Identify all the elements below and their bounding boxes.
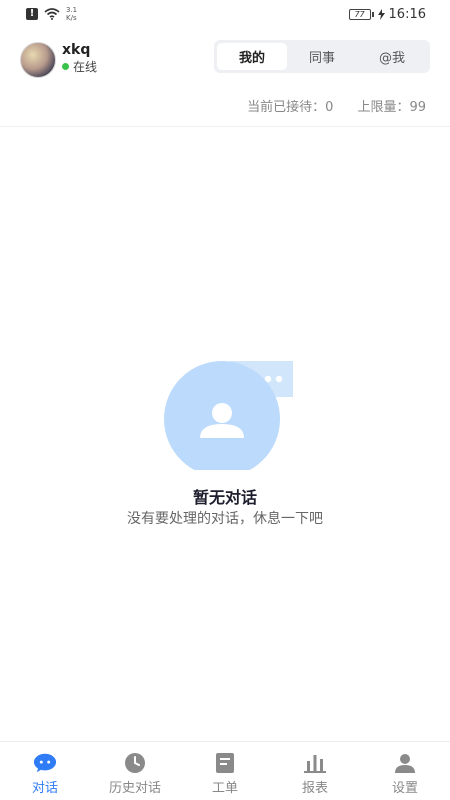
- network-speed-value: 3.1: [66, 6, 78, 14]
- online-status[interactable]: 在线: [62, 58, 97, 75]
- status-bar: ! 3.1 K/s 77 16:16: [0, 0, 450, 28]
- charging-icon: [377, 8, 385, 20]
- header: xkq 在线 我的 同事 @我: [0, 38, 450, 78]
- network-speed-unit: K/s: [66, 14, 77, 22]
- username: xkq: [62, 42, 91, 58]
- reception-quota: 当前已接待：0 上限量：99: [247, 96, 426, 115]
- online-dot-icon: [62, 63, 69, 70]
- tab-mine[interactable]: 我的: [217, 43, 287, 70]
- avatar[interactable]: [20, 42, 56, 78]
- bottom-tab-bar: 对话 历史对话 工单 报表 设置: [0, 741, 450, 800]
- current-reception: 当前已接待：0: [247, 100, 334, 115]
- clock-icon: [123, 752, 147, 774]
- status-bar-right: 77 16:16: [348, 6, 426, 22]
- divider: [0, 126, 450, 127]
- tab-tickets[interactable]: 工单: [180, 742, 270, 800]
- battery-level: 77: [348, 8, 371, 20]
- chat-bubble-icon: [33, 752, 57, 774]
- bar-chart-icon: [303, 752, 327, 774]
- tab-tickets-label: 工单: [211, 781, 238, 796]
- clock-time: 16:16: [388, 6, 426, 22]
- tab-history[interactable]: 历史对话: [90, 742, 180, 800]
- tab-mentions[interactable]: @我: [357, 43, 427, 70]
- tab-conversations-label: 对话: [31, 781, 58, 796]
- tab-conversations[interactable]: 对话: [0, 742, 90, 800]
- wifi-icon: [44, 8, 60, 20]
- status-bar-left: ! 3.1 K/s: [26, 6, 77, 22]
- network-speed: 3.1 K/s: [66, 6, 77, 22]
- empty-state-subtitle: 没有要处理的对话，休息一下吧: [127, 511, 323, 527]
- person-icon: [393, 752, 417, 774]
- reception-limit: 上限量：99: [357, 100, 426, 115]
- empty-chat-illustration: [164, 361, 293, 470]
- document-icon: [213, 752, 237, 774]
- conversation-filter-tabs: 我的 同事 @我: [214, 40, 430, 73]
- tab-colleagues[interactable]: 同事: [287, 43, 357, 70]
- empty-state-title: 暂无对话: [192, 488, 257, 507]
- online-status-label: 在线: [73, 60, 98, 74]
- tab-history-label: 历史对话: [108, 781, 161, 796]
- alert-icon: !: [26, 8, 38, 20]
- tab-settings-label: 设置: [391, 781, 418, 796]
- tab-settings[interactable]: 设置: [360, 742, 450, 800]
- tab-reports[interactable]: 报表: [270, 742, 360, 800]
- battery-icon: 77: [348, 8, 374, 20]
- tab-reports-label: 报表: [301, 781, 328, 796]
